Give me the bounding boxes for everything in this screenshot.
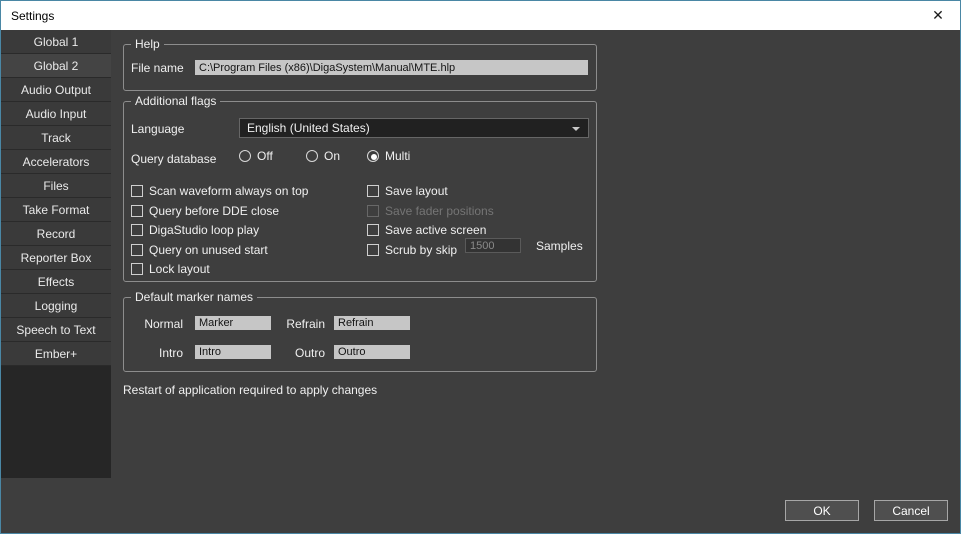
checkbox-scan-waveform-always-on-top[interactable]: Scan waveform always on top bbox=[131, 184, 308, 198]
help-group-title: Help bbox=[131, 37, 164, 51]
sidebar-item-take-format[interactable]: Take Format bbox=[1, 198, 111, 222]
sidebar-item-track[interactable]: Track bbox=[1, 126, 111, 150]
language-dropdown[interactable]: English (United States) bbox=[239, 118, 589, 138]
close-icon[interactable]: ✕ bbox=[916, 1, 960, 30]
checkbox-scrub-by-skip[interactable]: Scrub by skip bbox=[367, 243, 457, 257]
language-value: English (United States) bbox=[247, 121, 370, 135]
radio-icon bbox=[239, 150, 251, 162]
sidebar-item-speech-to-text[interactable]: Speech to Text bbox=[1, 318, 111, 342]
titlebar: Settings ✕ bbox=[1, 1, 960, 30]
restart-note: Restart of application required to apply… bbox=[123, 383, 377, 397]
language-label: Language bbox=[131, 122, 184, 136]
file-name-label: File name bbox=[131, 61, 184, 75]
checkbox-save-active-screen[interactable]: Save active screen bbox=[367, 223, 486, 237]
sidebar: Global 1 Global 2 Audio Output Audio Inp… bbox=[1, 30, 111, 478]
checkbox-query-on-unused-start[interactable]: Query on unused start bbox=[131, 243, 268, 257]
file-name-input[interactable] bbox=[195, 60, 588, 75]
checkbox-icon bbox=[131, 205, 143, 217]
help-group: Help File name bbox=[123, 44, 597, 91]
sidebar-item-audio-output[interactable]: Audio Output bbox=[1, 78, 111, 102]
samples-label: Samples bbox=[536, 239, 583, 253]
checkbox-icon bbox=[131, 185, 143, 197]
sidebar-item-record[interactable]: Record bbox=[1, 222, 111, 246]
checkbox-save-layout[interactable]: Save layout bbox=[367, 184, 448, 198]
radio-query-off[interactable]: Off bbox=[239, 149, 273, 163]
checkbox-icon bbox=[367, 205, 379, 217]
outro-marker-input[interactable] bbox=[334, 345, 410, 359]
additional-flags-group: Additional flags Language English (Unite… bbox=[123, 101, 597, 282]
sidebar-item-reporter-box[interactable]: Reporter Box bbox=[1, 246, 111, 270]
chevron-down-icon bbox=[572, 127, 580, 131]
checkbox-icon bbox=[131, 244, 143, 256]
window-title: Settings bbox=[11, 9, 54, 23]
checkbox-icon bbox=[367, 185, 379, 197]
sidebar-item-logging[interactable]: Logging bbox=[1, 294, 111, 318]
checkbox-lock-layout[interactable]: Lock layout bbox=[131, 262, 210, 276]
refrain-label: Refrain bbox=[244, 317, 325, 331]
checkbox-icon bbox=[131, 224, 143, 236]
checkbox-digastudio-loop-play[interactable]: DigaStudio loop play bbox=[131, 223, 259, 237]
sidebar-item-files[interactable]: Files bbox=[1, 174, 111, 198]
sidebar-item-accelerators[interactable]: Accelerators bbox=[1, 150, 111, 174]
refrain-marker-input[interactable] bbox=[334, 316, 410, 330]
cancel-button[interactable]: Cancel bbox=[874, 500, 948, 521]
checkbox-icon bbox=[131, 263, 143, 275]
intro-label: Intro bbox=[124, 346, 183, 360]
query-database-label: Query database bbox=[131, 152, 216, 166]
radio-icon bbox=[306, 150, 318, 162]
checkbox-query-before-dde-close[interactable]: Query before DDE close bbox=[131, 204, 279, 218]
sidebar-item-ember[interactable]: Ember+ bbox=[1, 342, 111, 366]
radio-icon bbox=[367, 150, 379, 162]
checkbox-icon bbox=[367, 224, 379, 236]
sidebar-item-global-2[interactable]: Global 2 bbox=[1, 54, 111, 78]
sidebar-item-audio-input[interactable]: Audio Input bbox=[1, 102, 111, 126]
normal-label: Normal bbox=[124, 317, 183, 331]
radio-query-on[interactable]: On bbox=[306, 149, 340, 163]
settings-dialog: Settings ✕ Global 1 Global 2 Audio Outpu… bbox=[0, 0, 961, 534]
checkbox-save-fader-positions: Save fader positions bbox=[367, 204, 494, 218]
outro-label: Outro bbox=[244, 346, 325, 360]
additional-flags-title: Additional flags bbox=[131, 94, 220, 108]
sidebar-item-effects[interactable]: Effects bbox=[1, 270, 111, 294]
scrub-skip-samples-input bbox=[465, 238, 521, 253]
radio-query-multi[interactable]: Multi bbox=[367, 149, 410, 163]
checkbox-icon bbox=[367, 244, 379, 256]
sidebar-item-global-1[interactable]: Global 1 bbox=[1, 30, 111, 54]
default-marker-names-title: Default marker names bbox=[131, 290, 257, 304]
default-marker-names-group: Default marker names Normal Refrain Intr… bbox=[123, 297, 597, 372]
ok-button[interactable]: OK bbox=[785, 500, 859, 521]
